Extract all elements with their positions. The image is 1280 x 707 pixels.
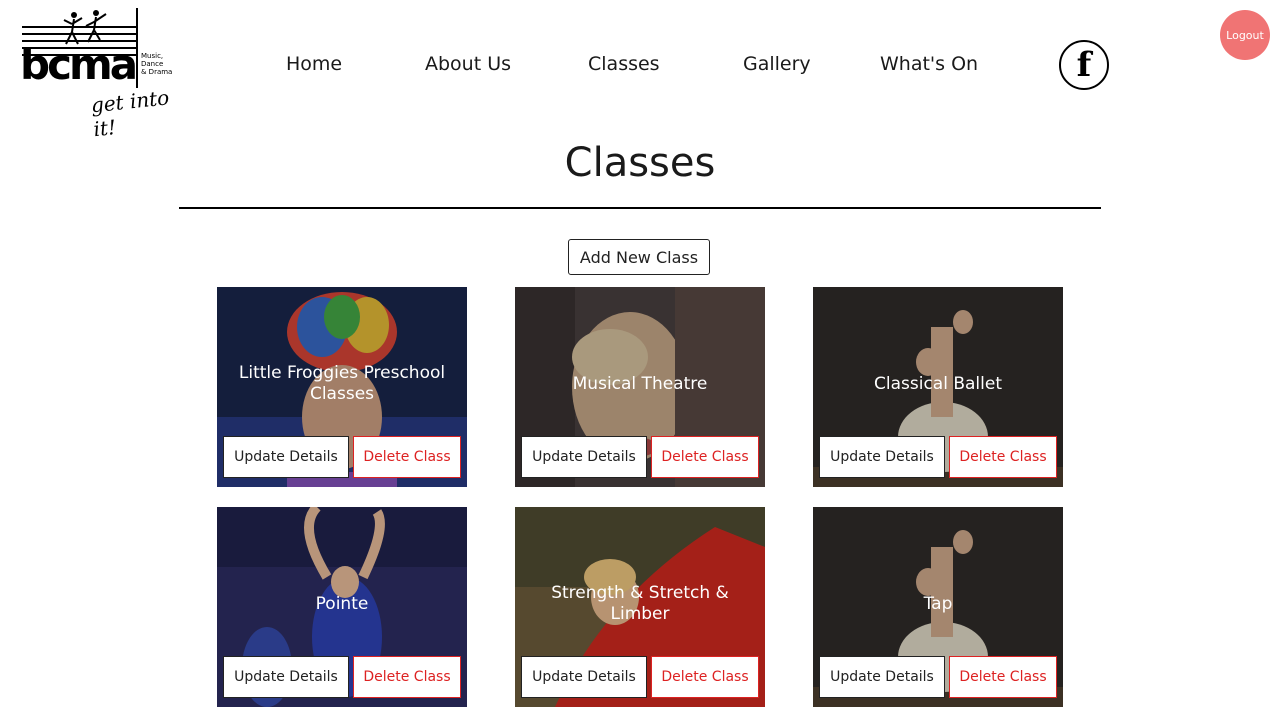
nav-classes[interactable]: Classes xyxy=(588,53,660,75)
logo-wordmark: bcma xyxy=(20,40,138,89)
update-details-button[interactable]: Update Details xyxy=(521,436,647,478)
delete-class-button[interactable]: Delete Class xyxy=(949,436,1057,478)
update-details-button[interactable]: Update Details xyxy=(819,436,945,478)
update-details-button[interactable]: Update Details xyxy=(223,436,349,478)
update-details-button[interactable]: Update Details xyxy=(223,656,349,698)
class-card-tap[interactable]: Tap Update Details Delete Class xyxy=(813,507,1063,707)
logo-subtitle: Music, Dance & Drama xyxy=(141,52,173,76)
facebook-icon[interactable]: f xyxy=(1059,40,1109,90)
class-card-musical-theatre[interactable]: Musical Theatre Update Details Delete Cl… xyxy=(515,287,765,487)
logout-button[interactable]: Logout xyxy=(1220,10,1270,60)
nav-home[interactable]: Home xyxy=(286,53,342,75)
delete-class-button[interactable]: Delete Class xyxy=(651,436,759,478)
logo-divider xyxy=(136,8,138,88)
page-title: Classes xyxy=(564,140,716,186)
update-details-button[interactable]: Update Details xyxy=(819,656,945,698)
nav-about-us[interactable]: About Us xyxy=(425,53,511,75)
logo[interactable]: bcma Music, Dance & Drama get into it! xyxy=(20,8,195,141)
update-details-button[interactable]: Update Details xyxy=(521,656,647,698)
delete-class-button[interactable]: Delete Class xyxy=(651,656,759,698)
delete-class-button[interactable]: Delete Class xyxy=(353,656,461,698)
delete-class-button[interactable]: Delete Class xyxy=(353,436,461,478)
logo-tagline: get into it! xyxy=(89,85,171,142)
delete-class-button[interactable]: Delete Class xyxy=(949,656,1057,698)
class-card-classical-ballet[interactable]: Classical Ballet Update Details Delete C… xyxy=(813,287,1063,487)
title-divider xyxy=(179,207,1101,209)
class-card-strength-stretch-limber[interactable]: Strength & Stretch & Limber Update Detai… xyxy=(515,507,765,707)
nav-whats-on[interactable]: What's On xyxy=(880,53,978,75)
nav-gallery[interactable]: Gallery xyxy=(743,53,811,75)
class-card-little-froggies[interactable]: Little Froggies Preschool Classes Update… xyxy=(217,287,467,487)
class-card-pointe[interactable]: Pointe Update Details Delete Class xyxy=(217,507,467,707)
add-new-class-button[interactable]: Add New Class xyxy=(568,239,710,275)
